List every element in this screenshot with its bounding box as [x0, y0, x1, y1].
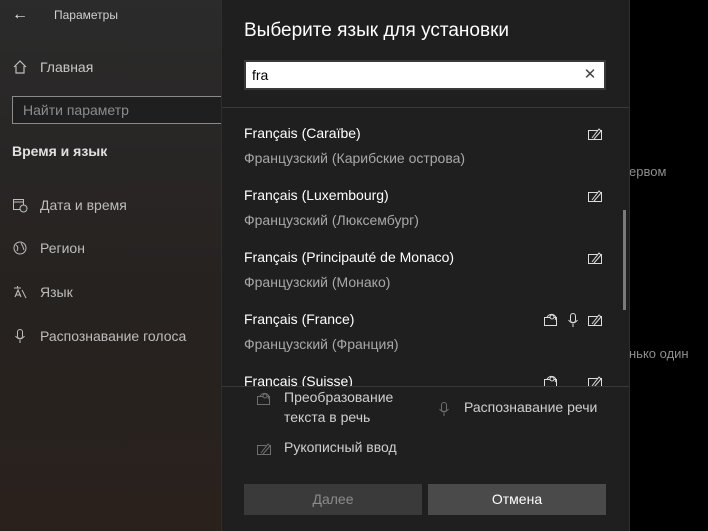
nav-item-language[interactable]: Язык: [12, 282, 73, 302]
language-item[interactable]: Français (Caraïbe) Французский (Карибски…: [222, 125, 622, 183]
list-scrollbar[interactable]: [623, 210, 626, 310]
dialog-title: Выберите язык для установки: [244, 20, 509, 41]
handwriting-icon: [587, 250, 603, 266]
language-native-name: Французский (Люксембург): [244, 212, 419, 228]
legend-speech: Распознавание речи: [436, 397, 597, 417]
clear-search-icon[interactable]: ✕: [582, 66, 598, 84]
text-to-speech-icon: [543, 312, 559, 328]
handwriting-icon: [256, 441, 272, 457]
nav-item-region[interactable]: Регион: [12, 238, 85, 258]
handwriting-icon: [587, 188, 603, 204]
settings-titlebar: ← Параметры: [0, 0, 222, 30]
cancel-button[interactable]: Отмена: [428, 484, 606, 515]
section-title: Время и язык: [12, 143, 108, 159]
home-icon: [12, 59, 28, 75]
settings-search-input[interactable]: Найти параметр: [12, 96, 226, 124]
handwriting-icon: [587, 126, 603, 142]
handwriting-icon: [587, 312, 603, 328]
legend-label: Распознавание речи: [464, 399, 598, 415]
language-picker-dialog: Выберите язык для установки ✕ Français (…: [222, 0, 629, 531]
legend-label: Преобразование текста в речь: [284, 389, 394, 425]
background-text: ервом: [629, 164, 667, 179]
nav-item-speech[interactable]: Распознавание голоса: [12, 326, 186, 346]
nav-item-label: Язык: [40, 284, 73, 300]
language-icon: [12, 284, 28, 300]
nav-item-date-time[interactable]: Дата и время: [12, 195, 127, 215]
language-native-name: Французский (Карибские острова): [244, 150, 466, 166]
legend-label: Рукописный ввод: [284, 439, 397, 455]
settings-sidebar: ← Параметры Главная Найти параметр Время…: [0, 0, 226, 531]
globe-icon: [12, 240, 28, 256]
language-item[interactable]: Français (Luxembourg) Французский (Люксе…: [222, 187, 622, 245]
language-name: Français (Caraïbe): [244, 125, 361, 141]
language-name: Français (France): [244, 311, 355, 327]
nav-home-label: Главная: [40, 59, 94, 75]
language-list[interactable]: Français (Caraïbe) Французский (Карибски…: [222, 108, 629, 386]
language-item[interactable]: Français (France) Французский (Франция): [222, 311, 622, 369]
nav-home[interactable]: Главная: [12, 57, 93, 77]
legend-tts: Преобразование текста в речь: [256, 387, 414, 427]
nav-item-label: Дата и время: [40, 197, 127, 213]
nav-item-label: Регион: [40, 240, 85, 256]
text-to-speech-icon: [256, 391, 272, 407]
background-text: нько один: [629, 346, 689, 361]
calendar-clock-icon: [12, 197, 28, 213]
language-native-name: Французский (Монако): [244, 274, 391, 290]
handwriting-icon: [587, 374, 603, 386]
language-search-box[interactable]: ✕: [244, 60, 606, 90]
speech-recognition-icon: [565, 312, 581, 328]
back-arrow-icon[interactable]: ←: [10, 5, 30, 25]
language-name: Français (Suisse): [244, 373, 353, 386]
microphone-icon: [12, 328, 28, 344]
legend-handwriting: Рукописный ввод: [256, 437, 397, 457]
app-title: Параметры: [54, 8, 118, 22]
language-name: Français (Luxembourg): [244, 187, 389, 203]
language-native-name: Французский (Франция): [244, 336, 399, 352]
nav-item-label: Распознавание голоса: [40, 328, 187, 344]
language-item[interactable]: Français (Suisse): [222, 373, 622, 386]
language-item[interactable]: Français (Principauté de Monaco) Француз…: [222, 249, 622, 307]
language-search-input[interactable]: [252, 64, 572, 86]
text-to-speech-icon: [543, 374, 559, 386]
speech-recognition-icon: [436, 401, 452, 417]
next-button[interactable]: Далее: [244, 484, 422, 515]
language-name: Français (Principauté de Monaco): [244, 249, 455, 265]
